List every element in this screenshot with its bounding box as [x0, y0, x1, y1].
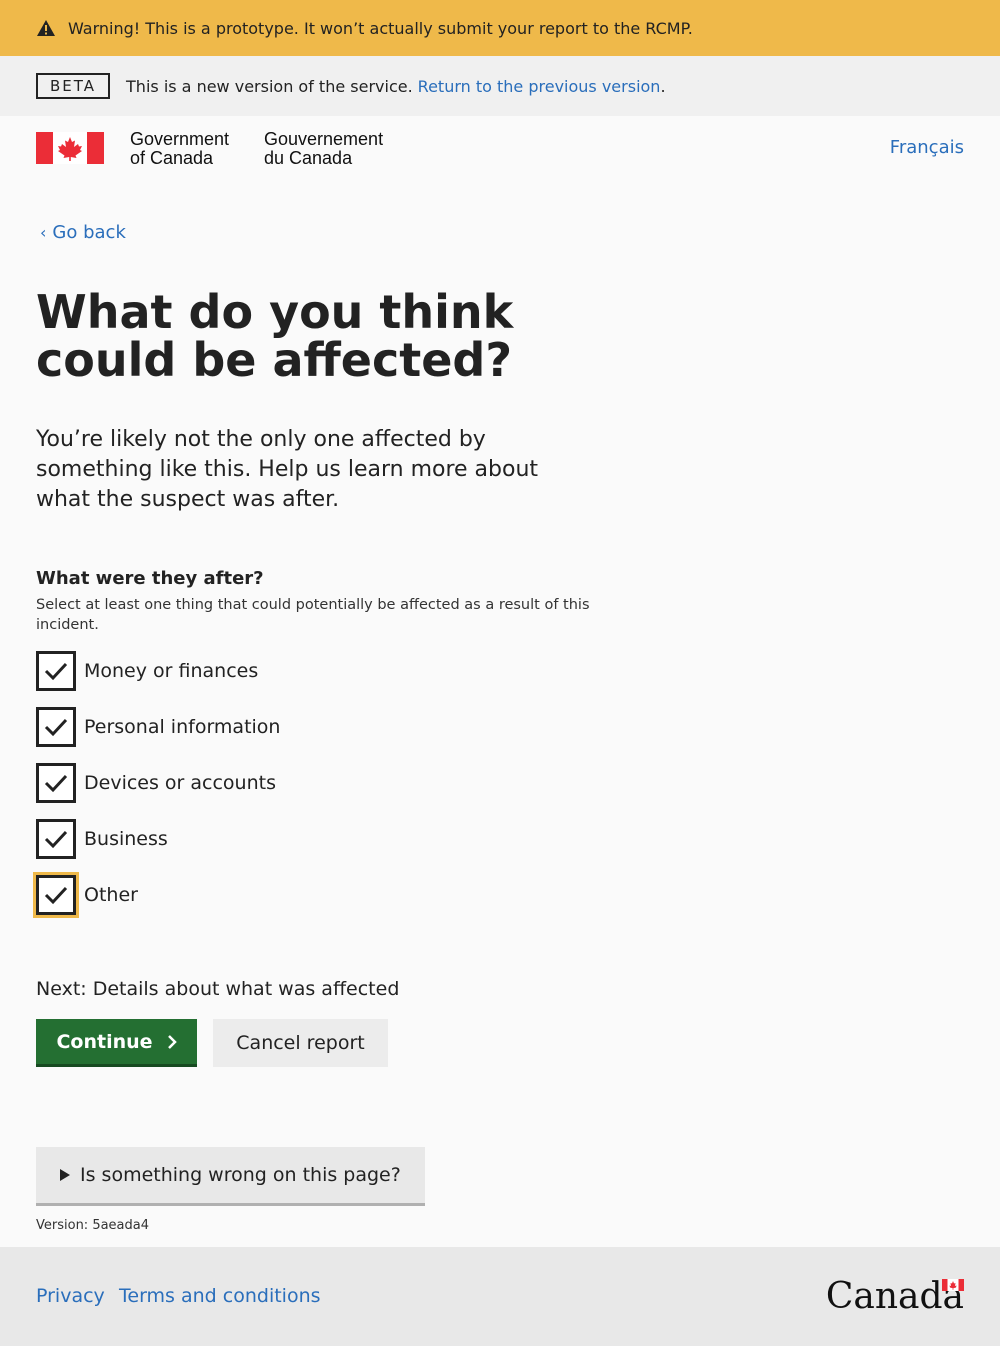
checkbox-label[interactable]: Business	[84, 828, 168, 850]
checkbox-label[interactable]: Money or finances	[84, 660, 258, 682]
checkmark-icon	[44, 718, 68, 737]
question-hint: Select at least one thing that could pot…	[36, 597, 590, 633]
checkbox-business[interactable]: Business	[36, 819, 168, 859]
government-of-canada-en: Government of Canada	[130, 129, 230, 168]
language-toggle-link[interactable]: Français	[890, 137, 964, 158]
canada-flag-icon	[36, 132, 104, 164]
terms-link[interactable]: Terms and conditions	[119, 1285, 321, 1307]
warning-triangle-icon	[37, 20, 55, 36]
checkbox-label[interactable]: Personal information	[84, 716, 280, 738]
continue-button[interactable]: Continue	[36, 1019, 197, 1067]
previous-version-link[interactable]: Return to the previous version	[418, 77, 661, 96]
checkbox-devices-or-accounts[interactable]: Devices or accounts	[36, 763, 276, 803]
beta-text: This is a new version of the service.	[126, 76, 413, 96]
checkmark-icon	[44, 662, 68, 681]
site-footer: Privacy Terms and conditions Canada	[0, 1247, 1000, 1346]
next-step-label: Next: Details about what was affected	[36, 978, 400, 1000]
checkbox-box[interactable]	[36, 763, 76, 803]
beta-period: .	[660, 76, 666, 96]
report-problem-toggle[interactable]: Is something wrong on this page?	[36, 1147, 425, 1206]
government-of-canada-fr: Gouvernement du Canada	[264, 129, 384, 168]
prototype-warning-banner: Warning! This is a prototype. It won’t a…	[0, 0, 1000, 56]
canada-wordmark: Canada	[826, 1277, 964, 1317]
checkbox-box[interactable]	[33, 872, 79, 918]
checkbox-box[interactable]	[36, 819, 76, 859]
version-label: Version: 5aeada4	[36, 1218, 150, 1233]
warning-text: Warning! This is a prototype. It won’t a…	[68, 18, 693, 38]
checkbox-box[interactable]	[36, 651, 76, 691]
chevron-left-icon: ‹	[40, 223, 47, 242]
checkbox-label[interactable]: Devices or accounts	[84, 772, 276, 794]
go-back-link[interactable]: ‹ Go back	[40, 222, 126, 243]
checkmark-icon	[44, 774, 68, 793]
checkmark-icon	[44, 886, 68, 905]
checkbox-box[interactable]	[36, 707, 76, 747]
go-back-label: Go back	[52, 222, 126, 243]
privacy-link[interactable]: Privacy	[36, 1285, 105, 1307]
checkbox-label[interactable]: Other	[84, 884, 138, 906]
canada-wordmark-flag-icon	[942, 1279, 964, 1291]
page-title: What do you think could be affected?	[36, 285, 514, 387]
question-label: What were they after?	[36, 568, 264, 589]
beta-banner: BETA This is a new version of the servic…	[0, 56, 1000, 116]
site-header: Government of Canada Gouvernement du Can…	[0, 116, 1000, 196]
checkbox-other[interactable]: Other	[33, 872, 138, 918]
page-lede: You’re likely not the only one affected …	[36, 427, 539, 512]
chevron-right-icon	[167, 1034, 177, 1049]
checkbox-money-or-finances[interactable]: Money or finances	[36, 651, 258, 691]
triangle-right-icon	[60, 1169, 70, 1181]
checkbox-personal-information[interactable]: Personal information	[36, 707, 280, 747]
cancel-report-button[interactable]: Cancel report	[213, 1019, 388, 1067]
report-problem-label: Is something wrong on this page?	[80, 1164, 401, 1186]
beta-tag: BETA	[36, 73, 111, 99]
continue-label: Continue	[56, 1030, 153, 1053]
checkmark-icon	[44, 830, 68, 849]
